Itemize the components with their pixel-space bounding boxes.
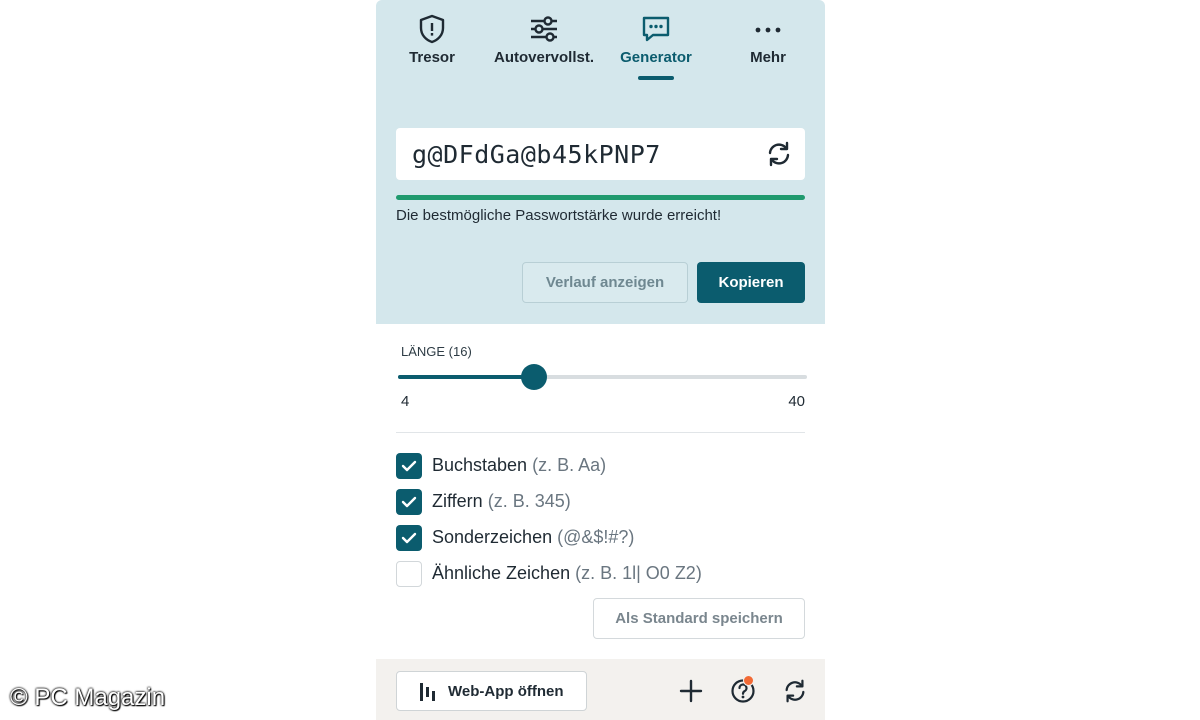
tab-label: Autovervollst. [493,49,595,66]
refresh-icon [768,141,790,167]
active-tab-indicator [638,76,674,80]
strength-message: Die bestmögliche Passwortstärke wurde er… [396,207,722,224]
copy-button[interactable]: Kopieren [697,262,805,303]
option-hint: (z. B. Aa) [532,455,607,475]
web-app-label: Web-App öffnen [448,683,564,700]
chat-icon [642,16,670,42]
slider-max-label: 40 [788,393,805,410]
digits-checkbox[interactable] [396,489,422,515]
tab-label: Mehr [750,49,786,66]
generated-password-field[interactable]: g@DFdGa@b45kPNP7 [396,128,805,180]
option-hint: (@&$!#?) [557,527,635,547]
notification-badge [743,675,754,686]
option-special-chars[interactable]: Sonderzeichen (@&$!#?) [396,524,805,560]
add-button[interactable] [678,678,704,704]
tab-tresor[interactable]: Tresor [376,0,488,90]
letters-checkbox[interactable] [396,453,422,479]
option-letters[interactable]: Buchstaben (z. B. Aa) [396,452,805,488]
more-icon [755,27,781,33]
plus-icon [679,679,703,703]
footer-bar: Web-App öffnen [376,659,825,720]
watermark: © PC Magazin [10,684,166,711]
special-chars-checkbox[interactable] [396,525,422,551]
section-divider [396,432,805,433]
sync-icon [785,679,805,703]
password-manager-popup: Tresor Autovervollst. Generator Mehr g@D… [376,0,825,720]
option-label: Buchstaben [432,455,528,475]
regenerate-button[interactable] [765,140,793,168]
option-similar-chars[interactable]: Ähnliche Zeichen (z. B. 1l| O0 Z2) [396,560,805,596]
tab-label: Generator [620,49,692,66]
option-label: Ähnliche Zeichen [432,563,571,583]
checkmark-icon [401,496,417,508]
sync-button[interactable] [782,678,808,704]
checkmark-icon [401,532,417,544]
option-label: Ziffern [432,491,483,511]
length-label: LÄNGE (16) [401,344,472,359]
tab-autofill[interactable]: Autovervollst. [488,0,600,90]
app-logo-icon [420,683,435,701]
tab-more[interactable]: Mehr [712,0,824,90]
slider-thumb[interactable] [521,364,548,390]
option-digits[interactable]: Ziffern (z. B. 345) [396,488,805,524]
option-label: Sonderzeichen [432,527,553,547]
slider-min-label: 4 [401,393,410,410]
save-as-default-button[interactable]: Als Standard speichern [593,598,805,639]
tab-label: Tresor [409,49,455,66]
tab-generator[interactable]: Generator [600,0,712,90]
generator-header-panel: Tresor Autovervollst. Generator Mehr g@D… [376,0,825,324]
character-options: Buchstaben (z. B. Aa) Ziffern (z. B. 345… [396,452,805,596]
sliders-icon [531,16,557,42]
option-hint: (z. B. 1l| O0 Z2) [575,563,702,583]
length-slider[interactable] [398,364,807,390]
generated-password[interactable]: g@DFdGa@b45kPNP7 [412,140,661,169]
password-strength-bar [396,195,805,200]
option-hint: (z. B. 345) [487,491,571,511]
slider-fill [398,375,535,379]
password-strength-fill [396,195,805,200]
checkmark-icon [401,460,417,472]
similar-chars-checkbox[interactable] [396,561,422,587]
main-nav: Tresor Autovervollst. Generator Mehr [376,0,825,90]
open-web-app-button[interactable]: Web-App öffnen [396,671,587,711]
shield-icon [419,14,445,44]
show-history-button[interactable]: Verlauf anzeigen [522,262,688,303]
